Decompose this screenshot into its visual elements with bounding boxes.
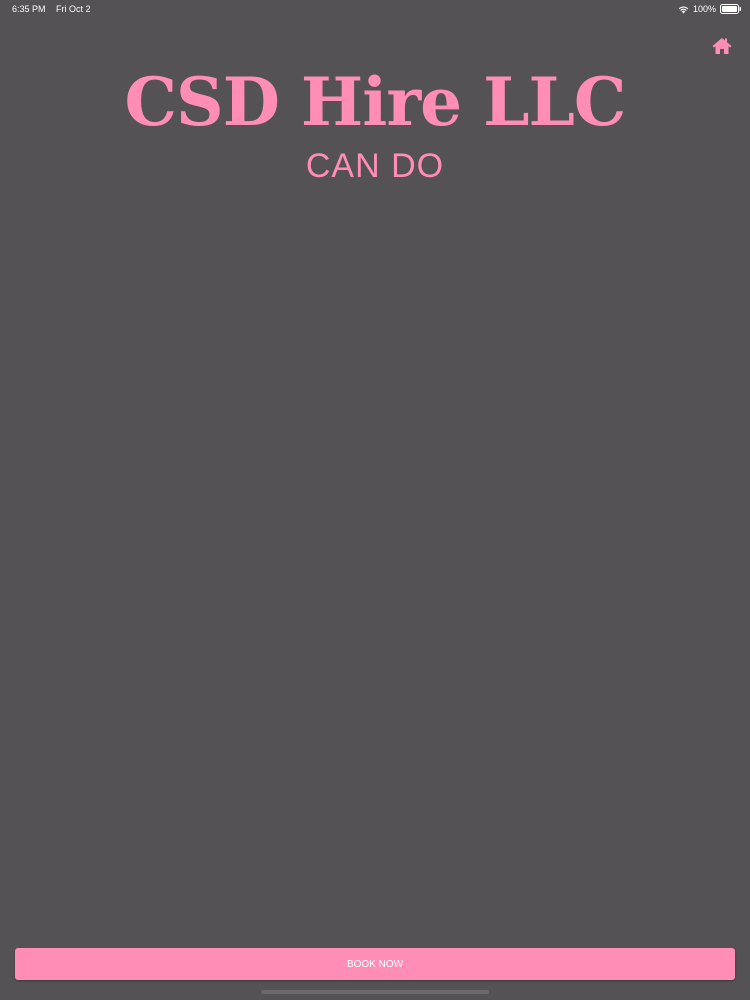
home-button[interactable] (711, 36, 733, 56)
battery-percentage: 100% (692, 4, 716, 14)
status-bar: 6:35 PM Fri Oct 2 100% (0, 0, 750, 18)
home-icon (711, 36, 733, 56)
book-now-button[interactable]: BOOK NOW (15, 948, 735, 980)
status-indicators: 100% (678, 0, 742, 18)
status-date: Fri Oct 2 (56, 4, 91, 14)
status-time: 6:35 PM (12, 4, 46, 14)
battery-icon (720, 4, 742, 14)
page-subtitle: CAN DO (305, 147, 445, 185)
page-title: CSD Hire LLC (124, 63, 627, 141)
wifi-icon (678, 5, 689, 14)
home-indicator (261, 990, 489, 994)
